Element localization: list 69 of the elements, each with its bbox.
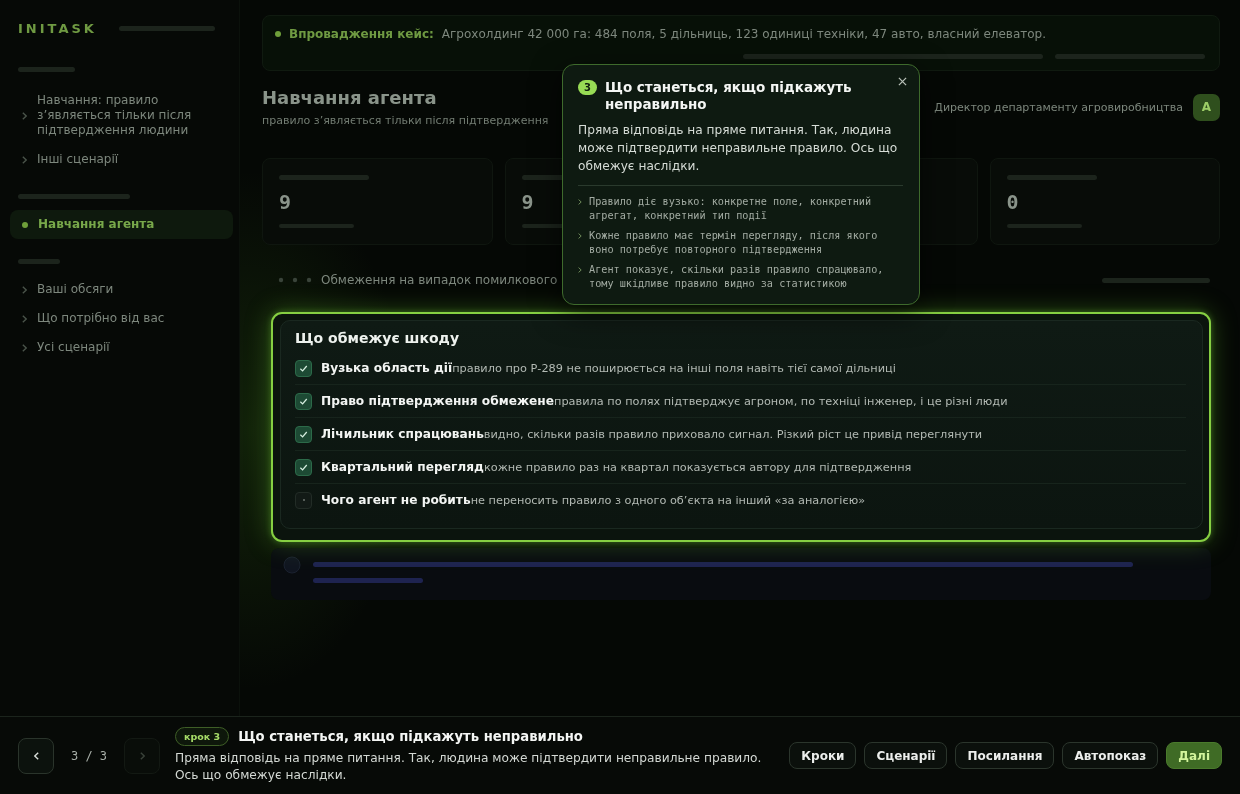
checkmark-icon [299,396,308,406]
checkmark-icon [299,429,308,439]
chevron-icon [22,285,27,294]
item-text: не переносить правило з одного об’єкта на інший «за аналогією» [470,493,866,507]
tour-button[interactable]: Автопоказ [1062,742,1159,769]
popover-text: Пряма відповідь на пряме питання. Так, людина може підтвердити неправильне правило. Ось що обмежує наслідки. [578,122,899,175]
step-title: Що станеться, якщо підкажуть неправильно [238,728,583,744]
item-text: правила по полях підтверджує агроном, по техніці інженер, і це різні люди [554,394,1008,408]
banner-label: Впровадження кейс: [289,27,434,41]
item-text: кожне правило раз на квартал показується автору для підтвердження [483,460,912,474]
checkmark-icon [299,363,308,373]
step-description: Пряма відповідь на пряме питання. Так, людина може підтвердити неправильне правило. Ось що обмежує наслідки. [175,749,763,784]
section-title: Обмеження на випадок помилкового [321,273,558,287]
popover-title: Що станеться, якщо підкажуть неправильно [605,79,853,113]
avatar[interactable]: А [1193,93,1220,121]
tour-button[interactable]: Сценарії [864,742,948,769]
checkbox[interactable] [295,458,312,476]
item-text: видно, скільки разів правило приховало сигнал. Різкий ріст це привід переглянути [483,427,983,441]
bullet-text: Правило діє вузько: конкретне поле, конкретний агрегат, конкретний тип події [589,195,873,223]
checkbox[interactable] [295,425,312,443]
card-title: Що обмежує шкоду [295,329,461,347]
tour-button[interactable]: Посилання [955,742,1055,769]
item-title: Право підтвердження обмежене [321,394,555,408]
sidebar-item[interactable]: Ваші обсяги [10,275,233,304]
chevron-icon [22,111,27,120]
item-title: Чого агент не робить [321,493,471,507]
item-title: Вузька область дії [321,361,453,375]
sidebar-item[interactable]: Усі сценарії [10,333,233,362]
item-title: Квартальний перегляд [321,460,484,474]
checkmark-icon [299,462,308,472]
sidebar-item[interactable]: Що потрібно від вас [10,304,233,333]
sidebar-item[interactable]: Навчання: правило з’являється тільки після підтвердження людини [10,86,233,145]
logo: INITASK [18,20,97,36]
circle-icon [283,556,301,574]
step-counter: 3 / 3 [69,748,109,763]
checkbox[interactable] [295,491,312,509]
sidebar-item[interactable]: Інші сценарії [10,145,233,174]
bullet-text: Агент показує, скільки разів правило спрацювало, тому шкідливе правило видно за статистикою [589,263,885,291]
chevron-icon [578,267,582,273]
dot-icon [275,31,281,37]
chevron-right-icon [139,751,145,760]
stat-value: 9 [279,189,292,214]
checkbox[interactable] [295,359,312,377]
bullet-text: Кожне правило має термін перегляду, після якого воно потребує повторного підтвердження [589,229,879,257]
dot-icon [22,221,28,228]
checkbox[interactable] [295,392,312,410]
stat-value: 0 [1006,189,1019,214]
sidebar-item[interactable]: Навчання агента [10,210,233,239]
chevron-icon [578,233,582,239]
page-subtitle: правило з’являється тільки після підтвердження [262,114,549,127]
dots-icon [278,277,312,283]
blurred-text [18,67,75,72]
chevron-icon [22,343,27,352]
item-text: правило про Р-289 не поширюється на інші поля навіть тієї самої дільниці [452,361,896,375]
item-title: Лічильник спрацювань [321,427,484,441]
blurred-text [18,259,60,264]
chevron-left-icon [33,751,39,760]
next-step-button[interactable]: Далі [1166,742,1222,769]
chevron-icon [22,155,27,164]
page-title: Навчання агента [262,87,438,108]
chevron-icon [578,199,582,205]
step-badge: крок 3 [175,726,230,746]
step-number: 3 [578,80,597,95]
banner-text: Агрохолдинг 42 000 га: 484 поля, 5 дільниць, 123 одиниці техніки, 47 авто, власний елеватор. [441,27,1047,41]
stat-value: 9 [521,189,534,214]
chevron-icon [22,314,27,323]
close-icon [897,76,907,86]
user-role: Директор департаменту агровиробництва [934,100,1183,114]
tour-button[interactable]: Кроки [789,742,857,769]
